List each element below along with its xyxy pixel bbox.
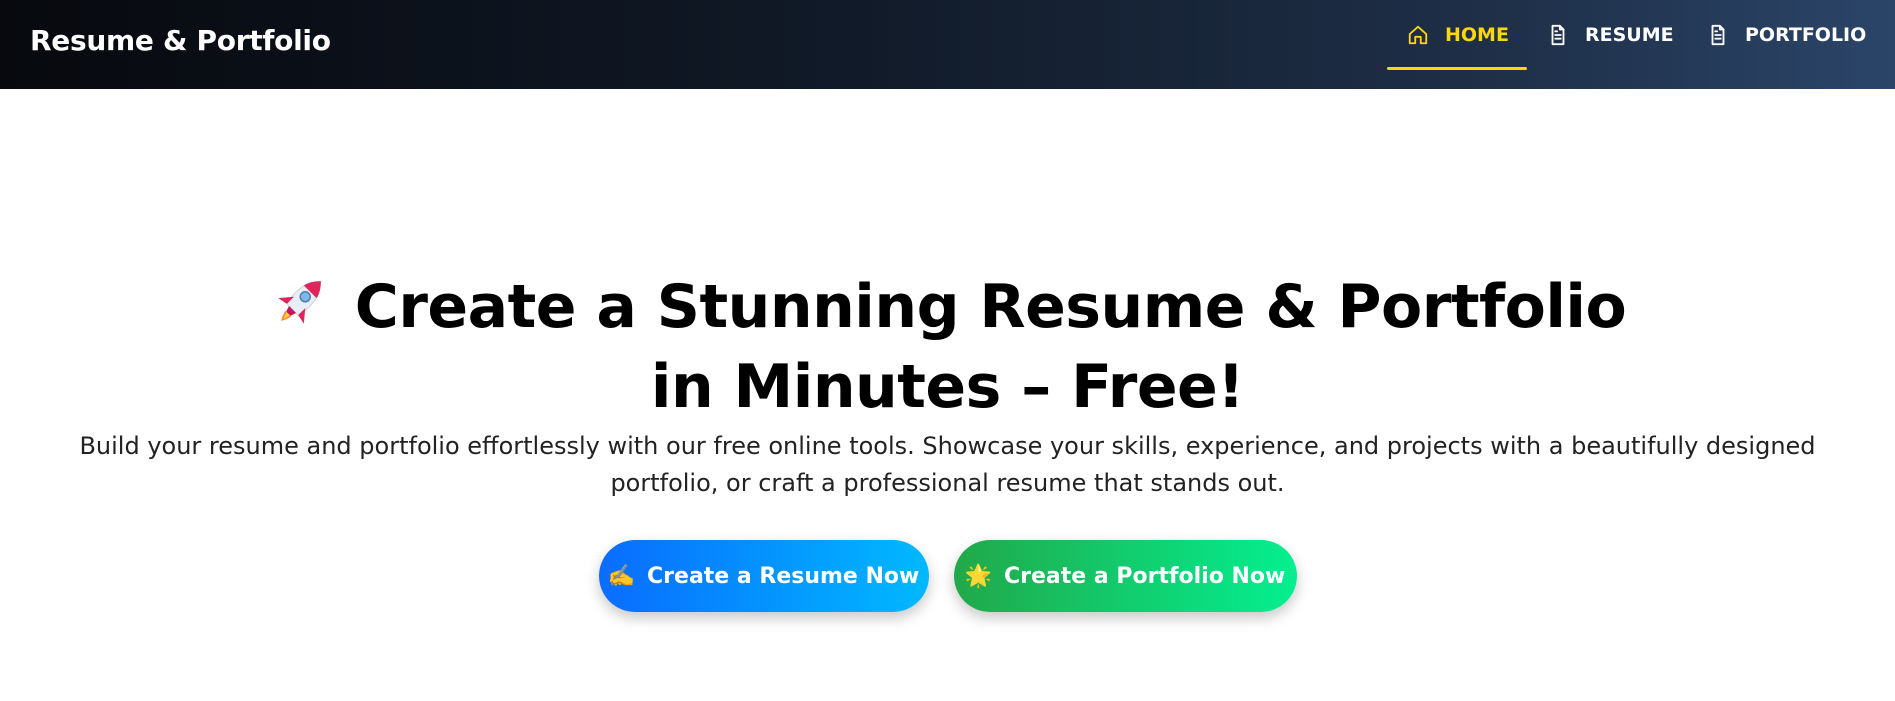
create-resume-button[interactable]: ✍️ Create a Resume Now (598, 540, 929, 612)
writing-hand-icon: ✍️ (607, 563, 636, 589)
star-icon: 🌟 (964, 563, 993, 589)
top-navbar: Resume & Portfolio HOME RESUME PORTFOLIO (0, 0, 1895, 89)
create-portfolio-label: Create a Portfolio Now (1004, 563, 1286, 589)
home-icon (1407, 23, 1429, 47)
document-icon (1547, 23, 1569, 47)
nav-item-home-label: HOME (1445, 24, 1509, 46)
hero-title-line2: in Minutes – Free! (650, 352, 1245, 422)
nav-item-portfolio[interactable]: PORTFOLIO (1687, 0, 1867, 70)
document-icon (1707, 23, 1729, 47)
hero-title-line1: Create a Stunning Resume & Portfolio (354, 272, 1627, 342)
hero-description: Build your resume and portfolio effortle… (79, 432, 1816, 497)
hero-section: Create a Stunning Resume & Portfolio in … (0, 89, 1895, 701)
brand-title[interactable]: Resume & Portfolio (30, 24, 331, 57)
nav-links: HOME RESUME PORTFOLIO (1387, 0, 1867, 89)
nav-item-home[interactable]: HOME (1387, 0, 1527, 70)
create-resume-label: Create a Resume Now (647, 563, 920, 589)
hero-title-line1-wrap: Create a Stunning Resume & Portfolio (0, 267, 1895, 347)
create-portfolio-button[interactable]: 🌟 Create a Portfolio Now (953, 540, 1297, 612)
hero-title: Create a Stunning Resume & Portfolio in … (0, 267, 1895, 427)
nav-item-resume-label: RESUME (1585, 24, 1674, 46)
nav-item-resume[interactable]: RESUME (1527, 0, 1687, 70)
rocket-icon (269, 269, 333, 333)
cta-row: ✍️ Create a Resume Now 🌟 Create a Portfo… (0, 540, 1895, 612)
nav-item-portfolio-label: PORTFOLIO (1745, 24, 1867, 46)
